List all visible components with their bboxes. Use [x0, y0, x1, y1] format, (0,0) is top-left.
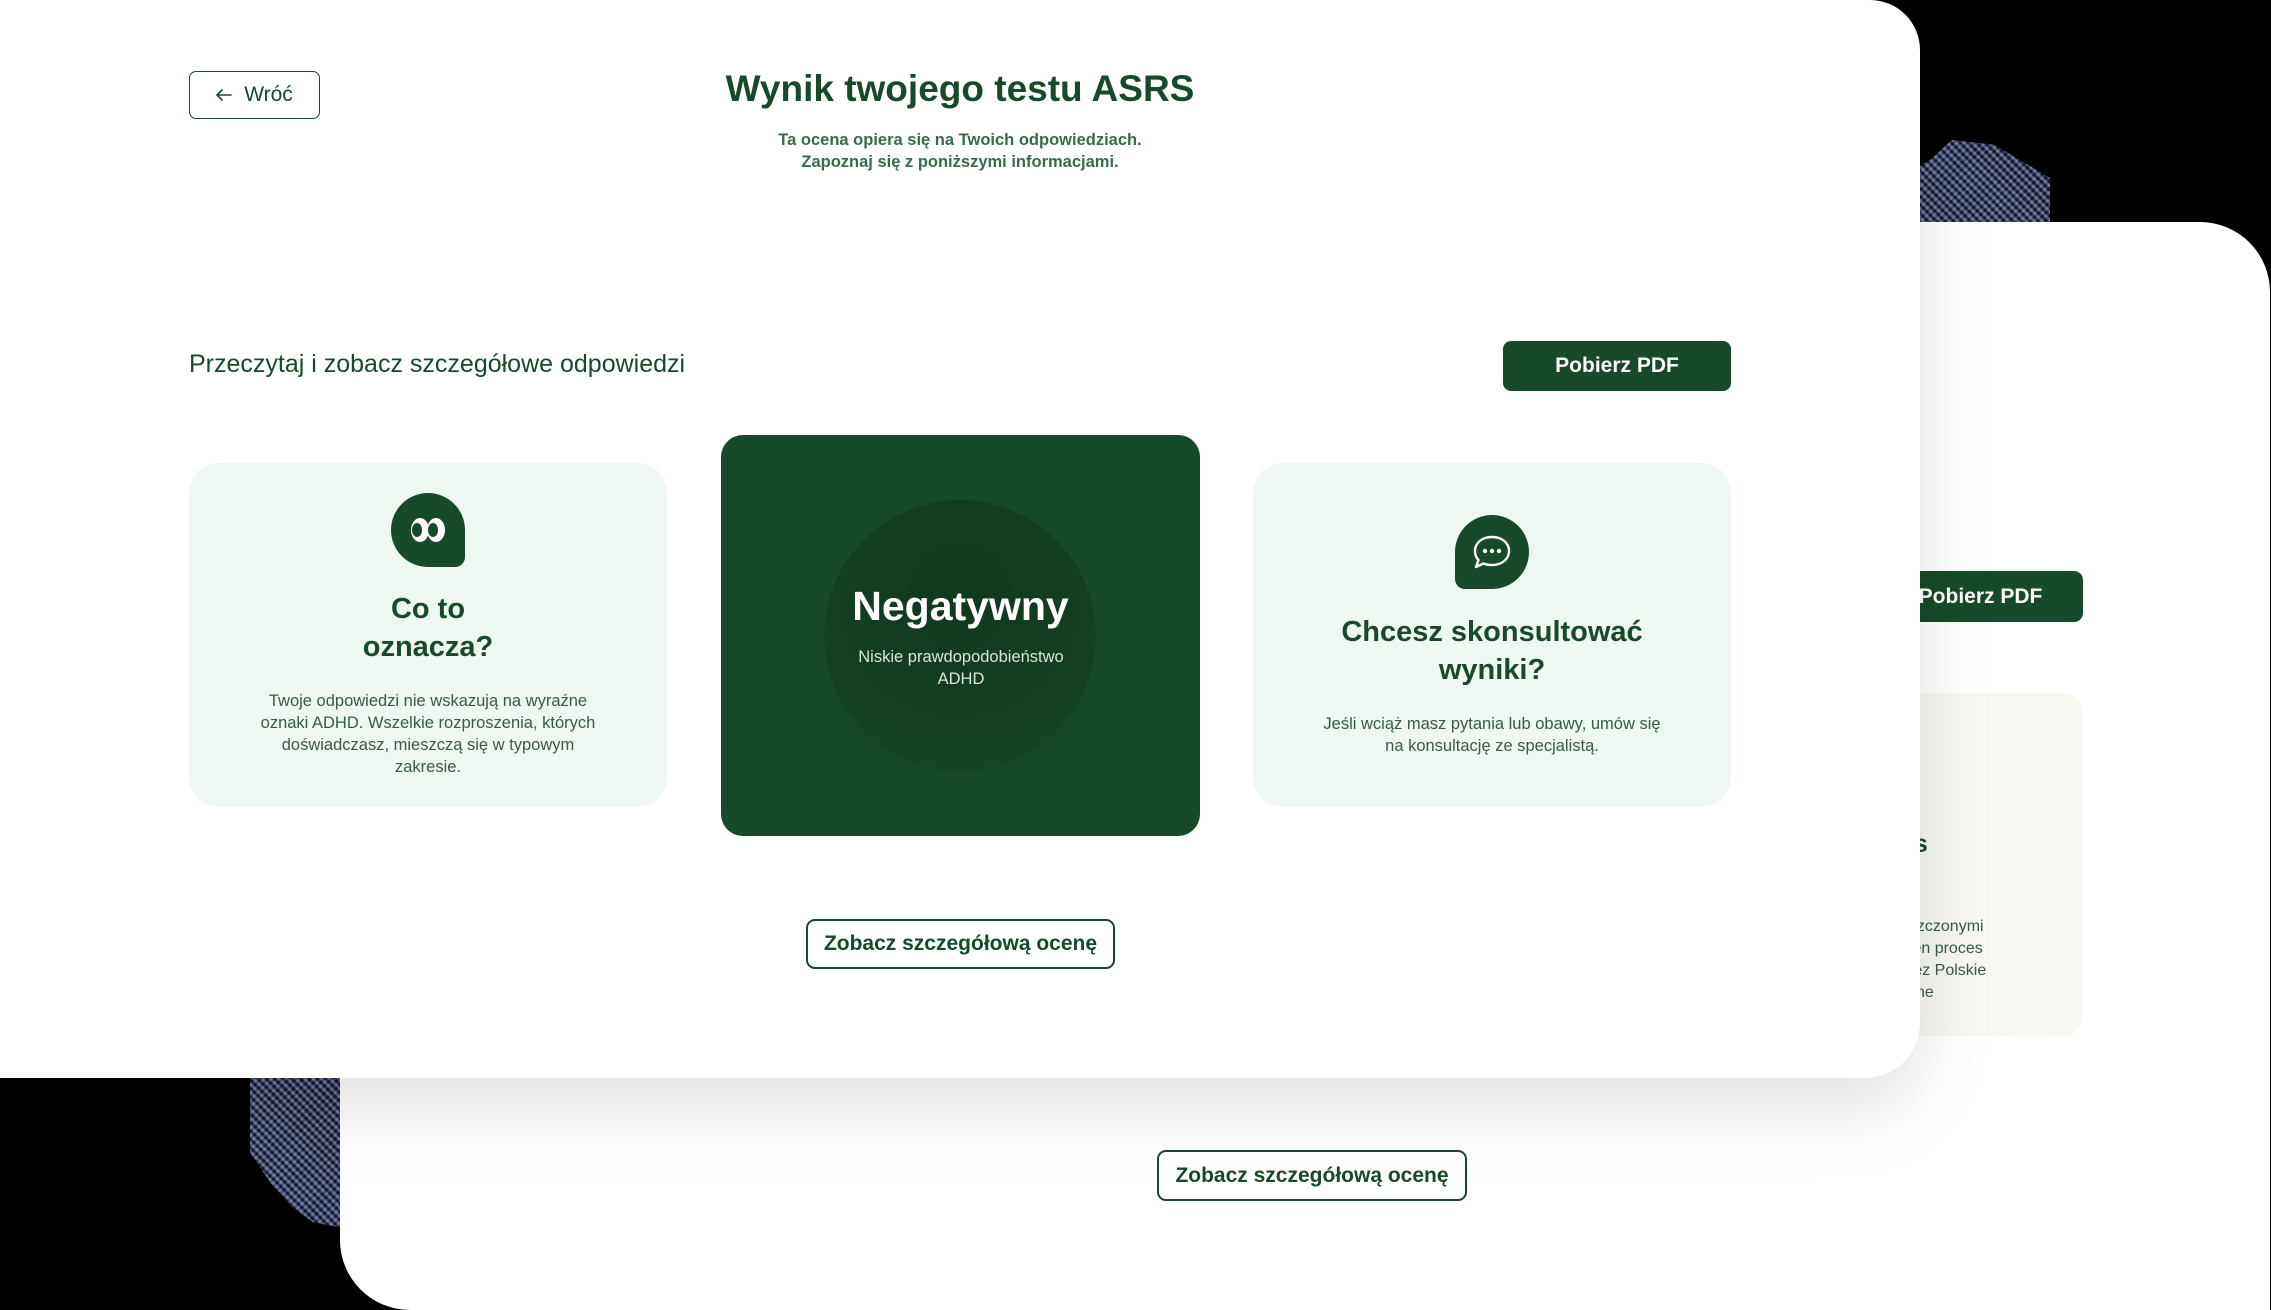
- card-text: Jeśli wciąż masz pytania lub obawy, umów…: [1323, 715, 1661, 755]
- section-heading: Przeczytaj i zobacz szczegółowe odpowied…: [189, 350, 686, 378]
- result-subtitle: Niskie prawdopodobieństwo ADHD: [858, 648, 1064, 688]
- result-circle: [824, 500, 1096, 772]
- card-text: Twoje odpowiedzi nie wskazują na wyraźne…: [260, 692, 596, 776]
- background-detail-button[interactable]: Zobacz szczegółową ocenę: [1157, 1150, 1467, 1201]
- detailed-assessment-button[interactable]: Zobacz szczegółową ocenę: [806, 919, 1115, 969]
- page-subtitle: Ta ocena opiera się na Twoich odpowiedzi…: [0, 129, 1920, 173]
- image-artifact: [1910, 140, 2050, 235]
- card-title: Co to oznacza?: [362, 593, 494, 663]
- page-title: Wynik twojego testu ASRS: [725, 68, 1195, 109]
- result-title: Negatywny: [852, 583, 1069, 629]
- card-title: Chcesz skonsultować wyniki?: [1341, 616, 1643, 686]
- background-info-card: es y eszczonymi ełen proces rzez Polskie…: [1900, 693, 2083, 1036]
- eyes-icon: [391, 493, 465, 567]
- download-pdf-button[interactable]: Pobierz PDF: [1503, 341, 1731, 391]
- chat-bubble-icon: [1455, 515, 1529, 589]
- result-card: Negatywny Niskie prawdopodobieństwo ADHD: [721, 435, 1200, 836]
- consult-card: Chcesz skonsultować wyniki? Jeśli wciąż …: [1253, 463, 1731, 807]
- meaning-card: Co to oznacza? Twoje odpowiedzi nie wska…: [189, 463, 667, 807]
- subtitle-line: Zapoznaj się z poniższymi informacjami.: [801, 153, 1119, 171]
- result-page: Wróć Wynik twojego testu ASRS Ta ocena o…: [0, 0, 1920, 1078]
- subtitle-line: Ta ocena opiera się na Twoich odpowiedzi…: [778, 131, 1142, 149]
- background-card-text: eszczonymi ełen proces rzez Polskie czne: [1900, 918, 1987, 1001]
